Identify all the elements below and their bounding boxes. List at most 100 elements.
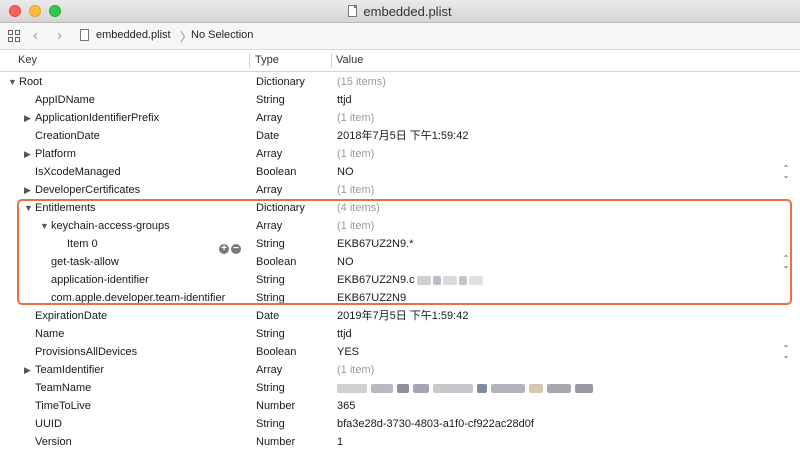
row-type[interactable]: Array <box>256 217 282 235</box>
row-key[interactable]: Entitlements <box>35 199 96 217</box>
row-type[interactable]: String <box>256 271 285 289</box>
row-type[interactable]: Boolean <box>256 163 296 181</box>
breadcrumb-file[interactable]: embedded.plist <box>96 29 171 41</box>
row-key[interactable]: get-task-allow <box>51 253 119 271</box>
row-key[interactable]: Item 0 <box>67 235 98 253</box>
row-type[interactable]: Date <box>256 127 279 145</box>
row-type[interactable]: Number <box>256 433 295 451</box>
row-value[interactable]: EKB67UZ2N9.* <box>337 235 413 253</box>
row-type[interactable]: Date <box>256 307 279 325</box>
row-key[interactable]: IsXcodeManaged <box>35 163 121 181</box>
column-header-value[interactable]: Value <box>336 50 363 71</box>
row-key[interactable]: TeamName <box>35 379 91 397</box>
row-value[interactable]: 365 <box>337 397 355 415</box>
row-key[interactable]: UUID <box>35 415 62 433</box>
triangle-right-icon[interactable]: ▶ <box>24 109 31 127</box>
row-key[interactable]: keychain-access-groups <box>51 217 170 235</box>
outline-row[interactable]: Item 0 + − String EKB67UZ2N9.* <box>0 235 800 254</box>
row-type[interactable]: Array <box>256 181 282 199</box>
outline-row[interactable]: ExpirationDate Date 2019年7月5日 下午1:59:42 <box>0 307 800 325</box>
outline-row[interactable]: get-task-allow Boolean NO ⌃ ⌄ <box>0 253 800 271</box>
outline-row[interactable]: Version Number 1 <box>0 433 800 451</box>
triangle-down-icon[interactable]: ▼ <box>8 73 17 91</box>
outline-row[interactable]: ▶ ApplicationIdentifierPrefix Array (1 item… <box>0 109 800 127</box>
column-divider[interactable] <box>331 53 332 68</box>
row-key[interactable]: com.apple.developer.team-identifier <box>51 289 225 307</box>
up-down-stepper-icon[interactable]: ⌃ ⌄ <box>782 165 790 180</box>
row-key[interactable]: Name <box>35 325 64 343</box>
row-key[interactable]: Platform <box>35 145 76 163</box>
row-key[interactable]: Root <box>19 73 42 91</box>
column-divider[interactable] <box>249 53 250 68</box>
column-header-type[interactable]: Type <box>255 50 279 71</box>
row-value[interactable]: 1 <box>337 433 343 451</box>
row-value[interactable]: (1 item) <box>337 217 374 235</box>
row-value[interactable]: (4 items) <box>337 199 380 217</box>
row-type[interactable]: Dictionary <box>256 73 305 91</box>
outline-row[interactable]: UUID String bfa3e28d-3730-4803-a1f0-cf922a… <box>0 415 800 433</box>
outline-row[interactable]: Name String ttjd <box>0 325 800 343</box>
row-value[interactable]: bfa3e28d-3730-4803-a1f0-cf922ac28d0f <box>337 415 534 433</box>
outline-row[interactable]: ▶ DeveloperCertificates Array (1 item) <box>0 181 800 199</box>
row-type[interactable]: String <box>256 325 285 343</box>
row-value[interactable]: (1 item) <box>337 145 374 163</box>
row-key[interactable]: ApplicationIdentifierPrefix <box>35 109 159 127</box>
related-items-grid-icon[interactable] <box>8 30 20 42</box>
outline-row[interactable]: ▶ Platform Array (1 item) <box>0 145 800 163</box>
outline-row[interactable]: ▼ Root Dictionary (15 items) <box>0 73 800 91</box>
row-key[interactable]: Version <box>35 433 72 451</box>
row-type[interactable]: Array <box>256 361 282 379</box>
breadcrumb-selection[interactable]: No Selection <box>191 29 253 41</box>
outline-row[interactable]: IsXcodeManaged Boolean NO ⌃ ⌄ <box>0 163 800 181</box>
row-key[interactable]: DeveloperCertificates <box>35 181 140 199</box>
triangle-down-icon[interactable]: ▼ <box>24 199 33 217</box>
row-type[interactable]: String <box>256 379 285 397</box>
outline-row[interactable]: ProvisionsAllDevices Boolean YES ⌃ ⌄ <box>0 343 800 361</box>
row-key[interactable]: ProvisionsAllDevices <box>35 343 137 361</box>
row-value[interactable]: NO <box>337 163 354 181</box>
row-type[interactable]: String <box>256 289 285 307</box>
row-key[interactable]: application-identifier <box>51 271 149 289</box>
row-key[interactable]: ExpirationDate <box>35 307 107 325</box>
back-chevron-icon[interactable]: ‹ <box>33 27 38 44</box>
row-value[interactable]: NO <box>337 253 354 271</box>
outline-row[interactable]: ▼ keychain-access-groups Array (1 item) <box>0 217 800 235</box>
outline-row[interactable]: ▼ Entitlements Dictionary (4 items) <box>0 199 800 217</box>
row-value[interactable]: (1 item) <box>337 361 374 379</box>
row-value[interactable]: ttjd <box>337 91 352 109</box>
outline-row[interactable]: TimeToLive Number 365 <box>0 397 800 415</box>
row-type[interactable]: Array <box>256 145 282 163</box>
row-type[interactable]: String <box>256 415 285 433</box>
row-type[interactable]: Number <box>256 397 295 415</box>
outline-row[interactable]: application-identifier String EKB67UZ2N9.c <box>0 271 800 289</box>
up-down-stepper-icon[interactable]: ⌃ ⌄ <box>782 345 790 360</box>
row-value[interactable] <box>337 379 597 397</box>
triangle-right-icon[interactable]: ▶ <box>24 145 31 163</box>
row-type[interactable]: Boolean <box>256 253 296 271</box>
row-value[interactable]: (1 item) <box>337 181 374 199</box>
row-value[interactable]: ttjd <box>337 325 352 343</box>
triangle-right-icon[interactable]: ▶ <box>24 181 31 199</box>
triangle-down-icon[interactable]: ▼ <box>40 217 49 235</box>
row-key[interactable]: AppIDName <box>35 91 95 109</box>
row-type[interactable]: Array <box>256 109 282 127</box>
row-type[interactable]: Boolean <box>256 343 296 361</box>
up-down-stepper-icon[interactable]: ⌃ ⌄ <box>782 255 790 270</box>
row-value[interactable]: (1 item) <box>337 109 374 127</box>
row-type[interactable]: String <box>256 235 285 253</box>
outline-row[interactable]: TeamName String <box>0 379 800 397</box>
row-type[interactable]: Dictionary <box>256 199 305 217</box>
row-type[interactable]: String <box>256 91 285 109</box>
outline-row[interactable]: AppIDName String ttjd <box>0 91 800 109</box>
outline-row[interactable]: ▶ TeamIdentifier Array (1 item) <box>0 361 800 379</box>
row-value[interactable]: EKB67UZ2N9.c <box>337 271 483 289</box>
row-value[interactable]: YES <box>337 343 359 361</box>
triangle-right-icon[interactable]: ▶ <box>24 361 31 379</box>
forward-chevron-icon[interactable]: › <box>57 27 62 44</box>
row-value[interactable]: 2019年7月5日 下午1:59:42 <box>337 307 468 325</box>
row-value[interactable]: (15 items) <box>337 73 386 91</box>
row-value[interactable]: 2018年7月5日 下午1:59:42 <box>337 127 468 145</box>
row-key[interactable]: TeamIdentifier <box>35 361 104 379</box>
row-key[interactable]: CreationDate <box>35 127 100 145</box>
outline-row[interactable]: CreationDate Date 2018年7月5日 下午1:59:42 <box>0 127 800 145</box>
